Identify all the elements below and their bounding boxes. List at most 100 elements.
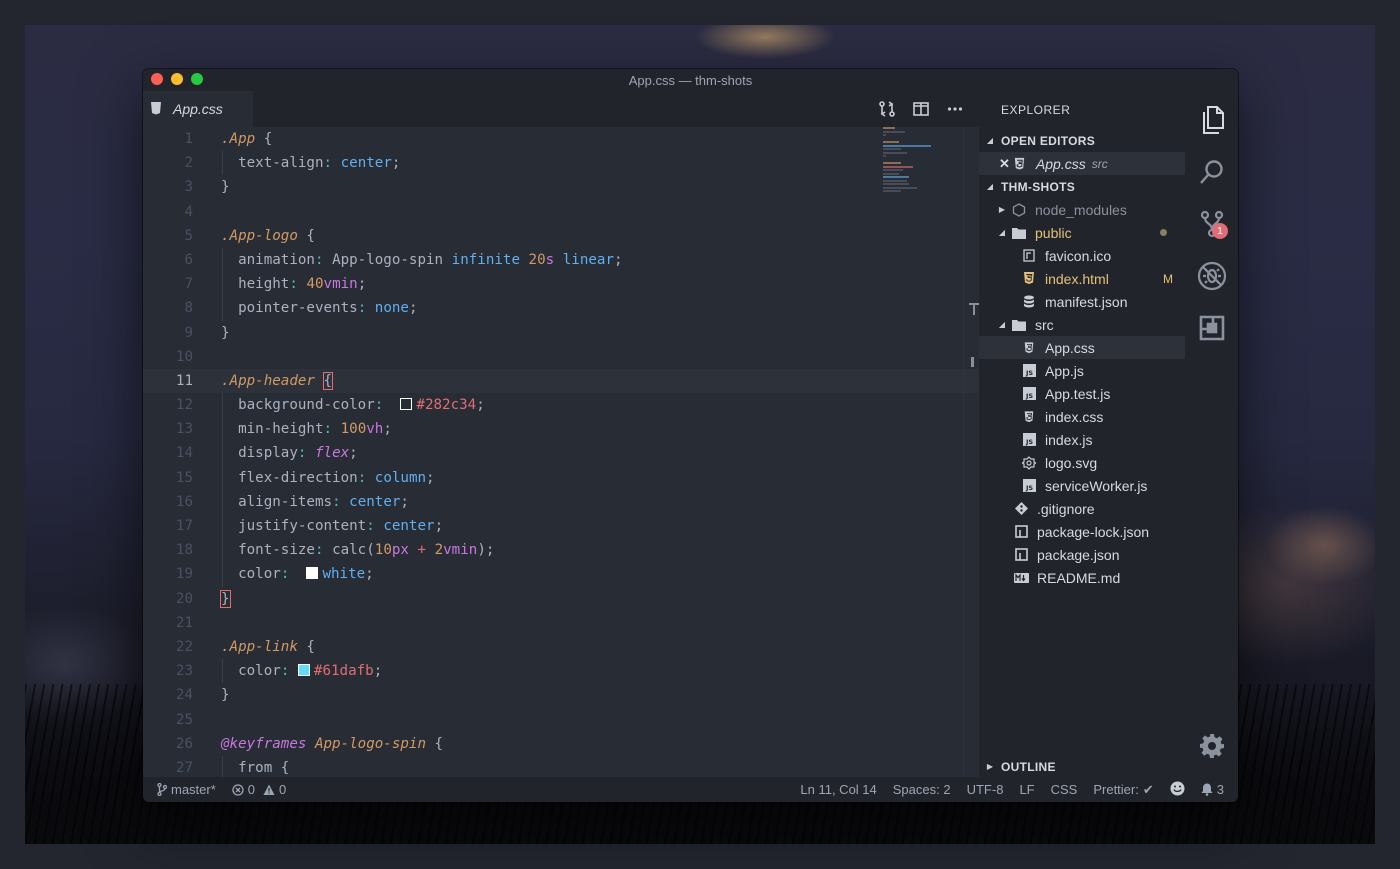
outline-section[interactable]: ▶ OUTLINE (979, 755, 1185, 778)
css3-icon (1012, 156, 1028, 172)
code-line: 20} (175, 589, 231, 608)
status-bar: master* 0 0 Ln 11, Col 14 Spaces: 2 UTF-… (143, 777, 1238, 802)
code-line: 8 pointer-events: none; (143, 296, 979, 321)
code-line: 26 @keyframes App-logo-spin { (175, 735, 444, 752)
code-line: 15 flex-direction: column; (143, 465, 979, 490)
split-editor-icon[interactable] (911, 99, 931, 119)
compare-changes-icon[interactable] (877, 99, 897, 119)
code-line: 2 text-align: center; (143, 151, 979, 176)
open-editor-item[interactable]: ✕ App.css src (979, 152, 1185, 175)
tree-item-app-css[interactable]: App.css (979, 336, 1185, 359)
tree-item-gitignore[interactable]: .gitignore (979, 497, 1185, 520)
project-section[interactable]: ◢ THM-SHOTS (979, 175, 1185, 198)
feedback-smiley-icon[interactable] (1170, 781, 1185, 799)
maximize-window-button[interactable] (191, 73, 203, 85)
open-editors-section[interactable]: ◢ OPEN EDITORS (979, 129, 1185, 152)
js-file-icon: JS (1021, 363, 1037, 379)
tree-item-src[interactable]: ◢ src (979, 313, 1185, 336)
tree-item-package-lock[interactable]: package-lock.json (979, 520, 1185, 543)
tab-app-css[interactable]: App.css (143, 91, 253, 127)
code-editor[interactable]: 1 .App { 2 text-align: center; 3} 4 5 .App… (143, 127, 979, 777)
activity-bar: 1 (1185, 91, 1238, 777)
tree-item-manifest[interactable]: manifest.json (979, 290, 1185, 313)
tree-item-app-test[interactable]: JS App.test.js (979, 382, 1185, 405)
css3-icon (149, 101, 163, 118)
tree-item-package[interactable]: package.json (979, 543, 1185, 566)
cursor-position-status[interactable]: Ln 11, Col 14 (800, 782, 876, 797)
eol-status[interactable]: LF (1019, 782, 1034, 797)
minimize-window-button[interactable] (171, 73, 183, 85)
close-window-button[interactable] (151, 73, 163, 85)
chevron-down-icon: ◢ (998, 228, 1006, 237)
text-cursor-icon (969, 303, 979, 315)
code-line: 12 background-color: #282c34; (143, 393, 979, 418)
prettier-status[interactable]: Prettier: ✔ (1093, 782, 1153, 798)
code-line: 22 .App-link { (175, 638, 315, 655)
color-swatch[interactable] (306, 567, 319, 580)
js-file-icon: JS (1021, 478, 1037, 494)
search-icon[interactable] (1197, 157, 1227, 187)
more-actions-icon[interactable] (945, 99, 965, 119)
bracket-match: } (220, 589, 231, 608)
chevron-right-icon: ▶ (986, 762, 994, 771)
code-line: 1 .App { (184, 131, 273, 147)
problems-status[interactable]: 0 0 (232, 782, 286, 797)
color-swatch[interactable] (400, 398, 413, 411)
markdown-icon (1013, 570, 1029, 586)
window-controls (151, 73, 203, 85)
code-line: 24} (175, 687, 230, 704)
window-title: App.css — thm-shots (628, 72, 753, 88)
tree-item-node-modules[interactable]: ▶ node_modules (979, 198, 1185, 221)
extensions-icon[interactable] (1197, 313, 1227, 343)
code-line: 4 (184, 203, 193, 220)
code-line: 25 (175, 711, 193, 728)
explorer-title: EXPLORER (1001, 103, 1071, 117)
code-line: 27 from { (143, 755, 979, 777)
svg-text:JS: JS (1024, 392, 1032, 400)
tree-item-index-css[interactable]: index.css (979, 405, 1185, 428)
tree-item-favicon[interactable]: favicon.ico (979, 244, 1185, 267)
js-file-icon: JS (1021, 432, 1037, 448)
debug-icon[interactable] (1197, 261, 1227, 291)
error-icon (232, 783, 244, 796)
modified-dot (1160, 229, 1167, 236)
bracket-match: { (322, 371, 334, 390)
editor-window: App.css — thm-shots App.css 1 .App {2 t… (143, 69, 1238, 802)
chevron-down-icon: ◢ (998, 320, 1006, 329)
color-swatch[interactable] (297, 664, 310, 677)
code-line: 9} (184, 324, 230, 341)
tree-item-readme[interactable]: README.md (979, 566, 1185, 589)
css3-icon (1021, 340, 1037, 356)
encoding-status[interactable]: UTF-8 (967, 782, 1004, 797)
title-bar: App.css — thm-shots (143, 69, 1238, 91)
git-branch-status[interactable]: master* (157, 782, 216, 797)
editor-actions (877, 91, 979, 127)
tree-item-index-js[interactable]: JS index.js (979, 428, 1185, 451)
indentation-status[interactable]: Spaces: 2 (893, 782, 951, 797)
editor-scrollbar[interactable] (963, 127, 980, 777)
source-control-badge: 1 (1212, 223, 1228, 239)
minimap[interactable] (883, 127, 943, 207)
tree-item-logo[interactable]: logo.svg (979, 451, 1185, 474)
scroll-position-marker (971, 357, 974, 367)
tree-item-index-html[interactable]: index.html M (979, 267, 1185, 290)
notifications-status[interactable]: 3 (1201, 782, 1224, 797)
code-line: 23 color: #61dafb; (143, 659, 979, 684)
files-icon[interactable] (1197, 105, 1227, 135)
warning-icon (263, 784, 275, 795)
language-mode-status[interactable]: CSS (1051, 782, 1078, 797)
css3-icon (1021, 409, 1037, 425)
js-file-icon: JS (1021, 386, 1037, 402)
npm-icon (1013, 547, 1029, 563)
chevron-down-icon: ◢ (986, 182, 994, 191)
modified-badge: M (1163, 271, 1173, 286)
explorer-sidebar: EXPLORER ◢ OPEN EDITORS ✕ App.css src ◢ … (979, 91, 1185, 777)
tree-item-public[interactable]: ◢ public (979, 221, 1185, 244)
tree-item-service-worker[interactable]: JS serviceWorker.js (979, 474, 1185, 497)
svg-text:JS: JS (1024, 438, 1032, 446)
tree-item-app-js[interactable]: JS App.js (979, 359, 1185, 382)
close-icon[interactable]: ✕ (999, 156, 1010, 172)
settings-gear-icon[interactable] (1197, 731, 1227, 761)
checkmark-icon: ✔ (1142, 781, 1154, 797)
node-folder-icon (1011, 202, 1027, 218)
